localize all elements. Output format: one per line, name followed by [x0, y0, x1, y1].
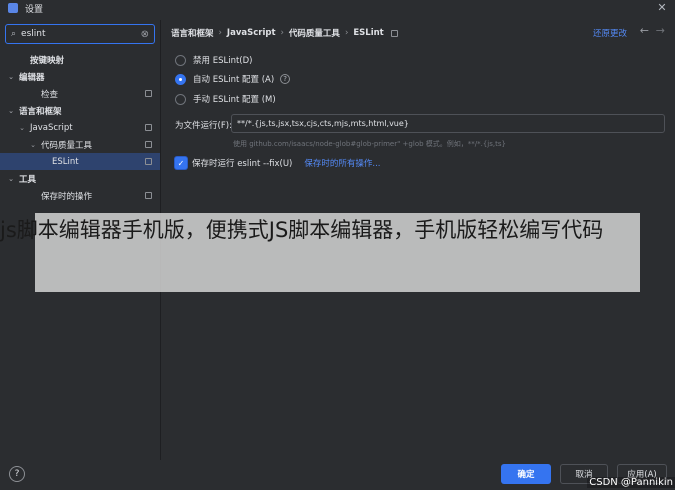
- radio-manual-eslint[interactable]: 手动 ESLint 配置 (M): [175, 92, 276, 106]
- ok-button[interactable]: 确定: [501, 464, 551, 484]
- sidebar-item[interactable]: 按键映射: [0, 51, 160, 68]
- sidebar-item[interactable]: 保存时的操作: [0, 187, 160, 204]
- radio-button[interactable]: [175, 54, 186, 66]
- breadcrumb: 语言和框架 › JavaScript › 代码质量工具 › ESLint: [171, 26, 398, 40]
- reset-changes-link[interactable]: 还原更改: [593, 27, 627, 39]
- sidebar-item-label: JavaScript: [30, 122, 73, 133]
- app-icon: [8, 3, 18, 13]
- sidebar-item-label: 工具: [19, 174, 37, 185]
- files-pattern-input[interactable]: [231, 114, 665, 133]
- breadcrumb-separator: ›: [218, 28, 222, 38]
- radio-disable-eslint[interactable]: 禁用 ESLint(D): [175, 53, 252, 67]
- save-actions-link[interactable]: 保存时的所有操作...: [304, 157, 380, 169]
- sidebar-item-label: 按键映射: [30, 55, 65, 66]
- fix-on-save-checkbox[interactable]: ✓: [175, 157, 187, 169]
- radio-button[interactable]: [175, 73, 186, 85]
- radio-label: 自动 ESLint 配置 (A): [193, 75, 275, 85]
- breadcrumb-item[interactable]: ESLint: [353, 28, 383, 38]
- search-icon: ⌕: [11, 29, 17, 39]
- project-scope-icon: [145, 158, 152, 165]
- csdn-watermark: CSDN @Pannikin: [587, 477, 675, 488]
- breadcrumb-item[interactable]: 代码质量工具: [289, 27, 340, 39]
- sidebar-item-label: 检查: [41, 89, 59, 100]
- project-scope-icon: [145, 90, 152, 97]
- project-scope-icon: [145, 124, 152, 131]
- sidebar-item[interactable]: ⌄ 语言和框架: [0, 102, 160, 119]
- sidebar-item-label: ESLint: [52, 156, 79, 167]
- dialog-footer: 确定 取消 应用(A) CSDN @Pannikin: [0, 460, 675, 490]
- sidebar-item[interactable]: 检查: [0, 85, 160, 102]
- fix-on-save-label: 保存时运行 eslint --fix(U): [192, 159, 293, 169]
- sidebar-item-label: 语言和框架: [19, 106, 62, 117]
- settings-search[interactable]: ⌕ eslint ⊗: [5, 24, 155, 44]
- clear-search-icon[interactable]: ⊗: [141, 29, 149, 40]
- project-scope-icon: [390, 29, 398, 37]
- project-scope-icon: [145, 192, 152, 199]
- sidebar-item[interactable]: ⌄ 代码质量工具: [0, 136, 160, 153]
- radio-auto-eslint[interactable]: 自动 ESLint 配置 (A) ?: [175, 72, 291, 86]
- breadcrumb-item[interactable]: 语言和框架: [171, 27, 214, 39]
- sidebar-item[interactable]: ⌄ JavaScript: [0, 119, 160, 136]
- chevron-down-icon[interactable]: ⌄: [17, 124, 27, 132]
- overlay-caption: js脚本编辑器手机版，便携式JS脚本编辑器，手机版轻松编写代码: [0, 218, 604, 242]
- window-title: 设置: [25, 4, 44, 15]
- chevron-down-icon[interactable]: ⌄: [6, 107, 16, 115]
- search-input[interactable]: eslint: [21, 29, 141, 39]
- files-pattern-label: 为文件运行(F):: [175, 121, 232, 131]
- breadcrumb-item[interactable]: JavaScript: [227, 28, 276, 38]
- close-icon[interactable]: ✕: [655, 1, 669, 14]
- chevron-down-icon[interactable]: ⌄: [6, 73, 16, 81]
- sidebar-item[interactable]: ESLint: [0, 153, 160, 170]
- settings-tree: 按键映射 ⌄ 编辑器 检查 ⌄ 语言和框架 ⌄ JavaScript ⌄ 代码质量工具 ESLint…: [0, 51, 160, 204]
- files-pattern-hint: 使用 github.com/isaacs/node-glob#glob-prim…: [233, 140, 506, 148]
- radio-label: 手动 ESLint 配置 (M): [193, 95, 276, 105]
- help-question-icon[interactable]: ?: [280, 74, 291, 84]
- breadcrumb-separator: ›: [344, 28, 349, 38]
- radio-label: 禁用 ESLint(D): [193, 56, 253, 66]
- forward-arrow-icon[interactable]: →: [656, 24, 665, 37]
- chevron-down-icon[interactable]: ⌄: [28, 141, 38, 149]
- sidebar-item-label: 保存时的操作: [41, 191, 93, 202]
- breadcrumb-separator: ›: [280, 28, 284, 38]
- sidebar-item[interactable]: ⌄ 编辑器: [0, 68, 160, 85]
- project-scope-icon: [145, 141, 152, 148]
- back-arrow-icon[interactable]: ←: [640, 24, 649, 37]
- title-bar: 设置 ✕: [0, 0, 675, 16]
- radio-button[interactable]: [175, 93, 186, 105]
- sidebar-item-label: 编辑器: [19, 72, 45, 83]
- sidebar-item[interactable]: ⌄ 工具: [0, 170, 160, 187]
- sidebar-item-label: 代码质量工具: [41, 140, 93, 151]
- chevron-down-icon[interactable]: ⌄: [6, 175, 16, 183]
- fix-on-save-option[interactable]: ✓ 保存时运行 eslint --fix(U) 保存时的所有操作...: [175, 156, 381, 170]
